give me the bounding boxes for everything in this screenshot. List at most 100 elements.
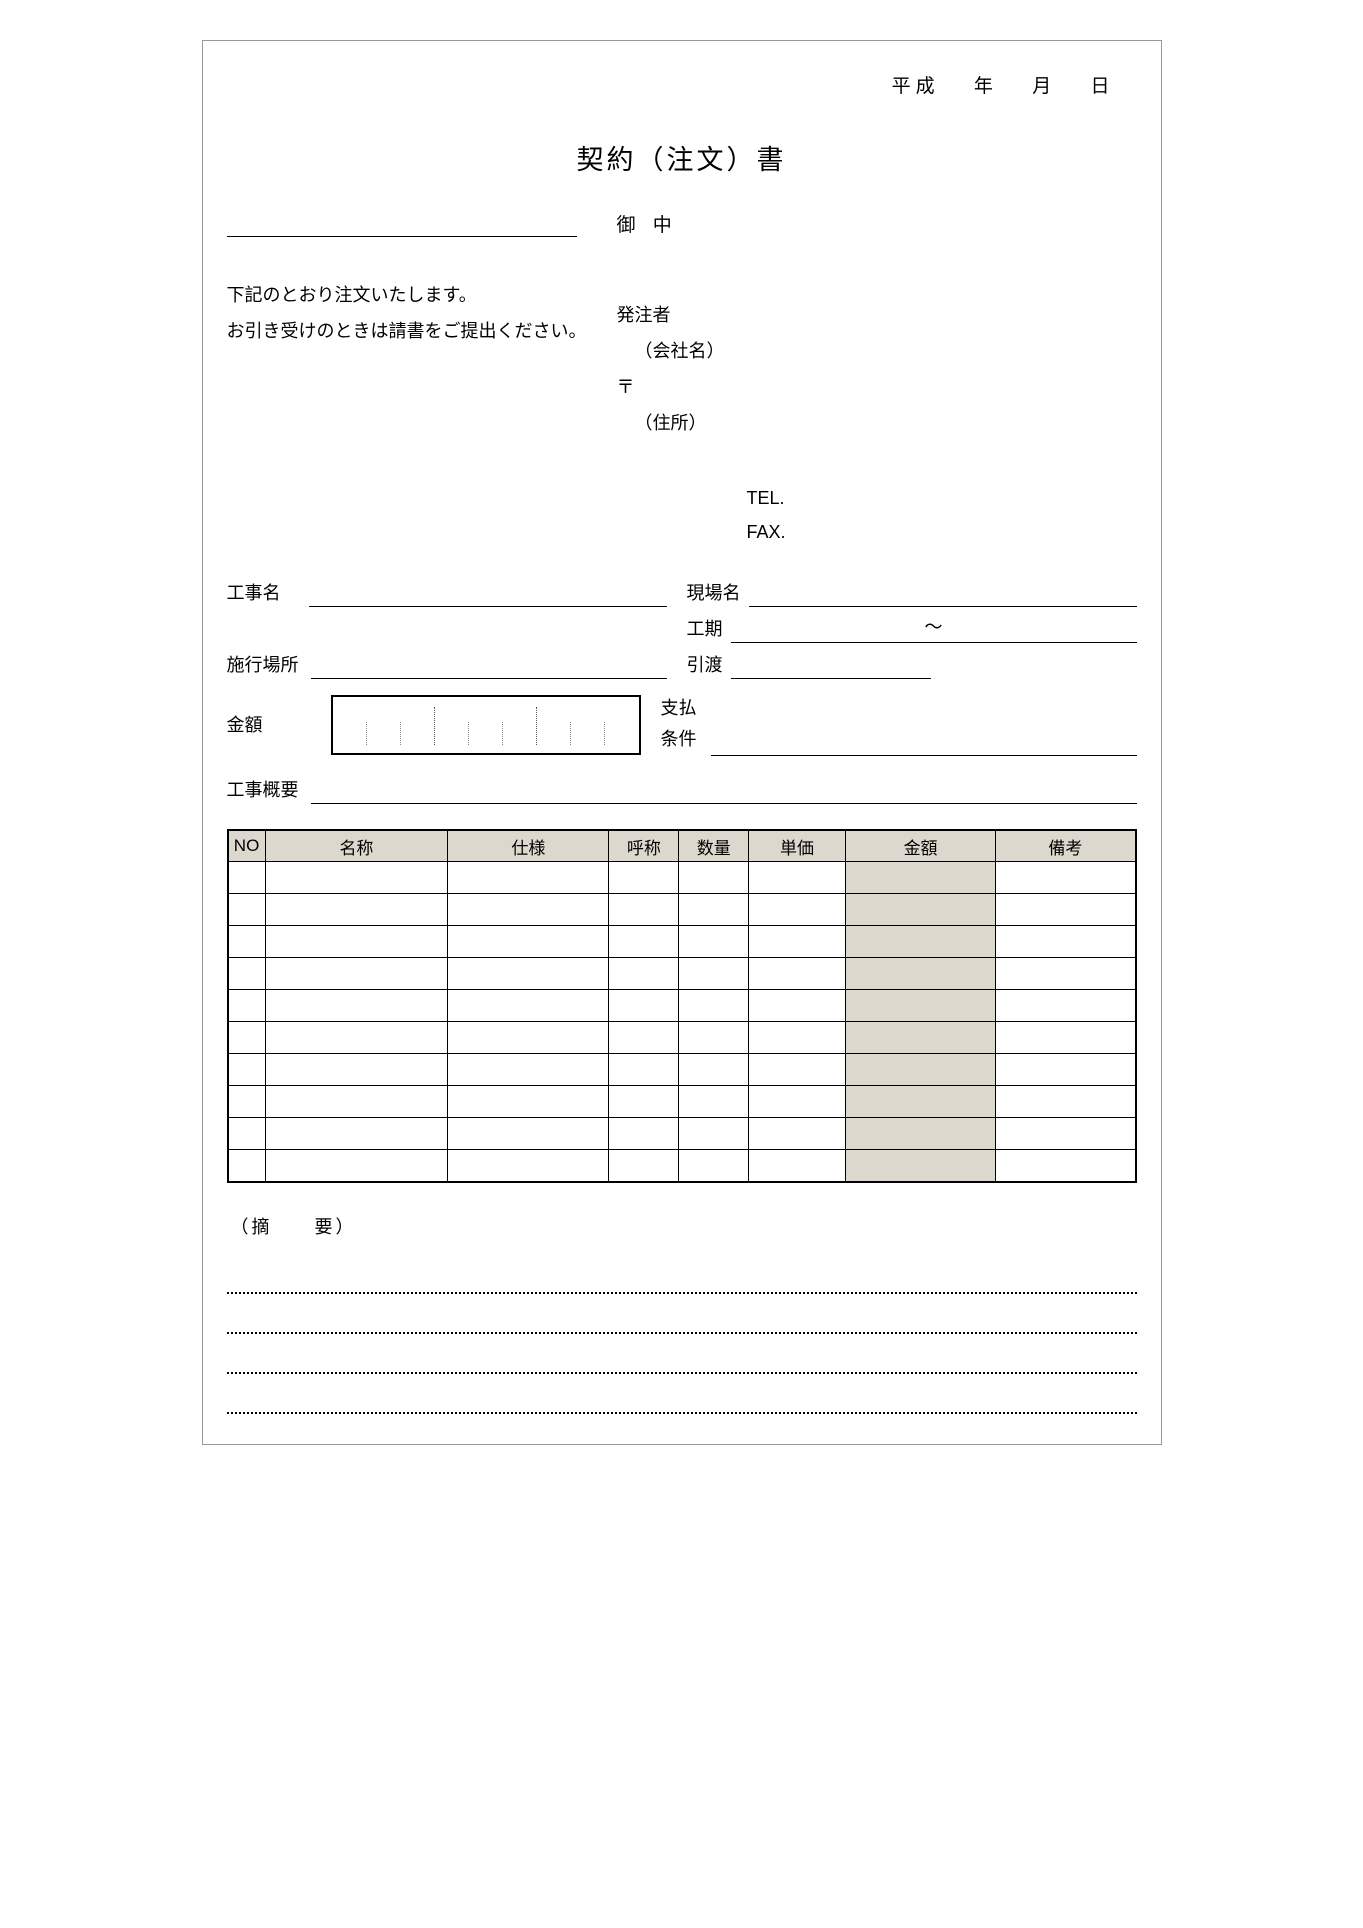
table-cell[interactable] <box>749 926 846 958</box>
company-label: （会社名） <box>617 333 1137 369</box>
table-cell[interactable] <box>228 926 266 958</box>
kouki-input[interactable]: ～ <box>731 615 1137 643</box>
table-cell[interactable] <box>679 990 749 1022</box>
table-cell[interactable] <box>679 1054 749 1086</box>
gaiyou-input[interactable] <box>311 776 1137 804</box>
table-cell[interactable] <box>448 1150 609 1182</box>
hikiwatashi-input[interactable] <box>731 651 931 679</box>
table-cell[interactable] <box>265 1086 448 1118</box>
table-cell[interactable] <box>996 1086 1136 1118</box>
table-cell[interactable] <box>679 862 749 894</box>
tel-label: TEL. <box>747 481 1137 515</box>
table-cell[interactable] <box>845 1022 995 1054</box>
table-row <box>228 1086 1136 1118</box>
table-cell[interactable] <box>609 926 679 958</box>
table-cell[interactable] <box>609 1150 679 1182</box>
kouji-input[interactable] <box>309 579 667 607</box>
fax-label: FAX. <box>747 515 1137 549</box>
table-cell[interactable] <box>448 894 609 926</box>
table-cell[interactable] <box>265 862 448 894</box>
th-qty: 数量 <box>679 830 749 862</box>
table-cell[interactable] <box>228 990 266 1022</box>
table-cell[interactable] <box>448 926 609 958</box>
table-cell[interactable] <box>996 1022 1136 1054</box>
table-cell[interactable] <box>265 926 448 958</box>
table-cell[interactable] <box>609 1086 679 1118</box>
table-cell[interactable] <box>228 958 266 990</box>
table-cell[interactable] <box>845 1150 995 1182</box>
notes-line[interactable] <box>227 1254 1137 1294</box>
table-cell[interactable] <box>228 1150 266 1182</box>
table-cell[interactable] <box>679 1150 749 1182</box>
genba-input[interactable] <box>749 579 1137 607</box>
table-cell[interactable] <box>265 990 448 1022</box>
table-cell[interactable] <box>265 894 448 926</box>
table-cell[interactable] <box>845 958 995 990</box>
table-cell[interactable] <box>265 1054 448 1086</box>
sekou-input[interactable] <box>311 651 667 679</box>
table-cell[interactable] <box>228 1022 266 1054</box>
table-cell[interactable] <box>845 1118 995 1150</box>
table-cell[interactable] <box>679 1118 749 1150</box>
table-cell[interactable] <box>845 1086 995 1118</box>
table-cell[interactable] <box>265 1118 448 1150</box>
table-cell[interactable] <box>845 894 995 926</box>
table-cell[interactable] <box>609 1022 679 1054</box>
table-cell[interactable] <box>749 1150 846 1182</box>
table-cell[interactable] <box>679 1086 749 1118</box>
notes-line[interactable] <box>227 1334 1137 1374</box>
table-cell[interactable] <box>448 1118 609 1150</box>
notes-line[interactable] <box>227 1374 1137 1414</box>
table-cell[interactable] <box>228 862 266 894</box>
table-cell[interactable] <box>609 862 679 894</box>
sekou-label: 施行場所 <box>227 651 307 679</box>
table-cell[interactable] <box>228 1118 266 1150</box>
table-cell[interactable] <box>749 1022 846 1054</box>
table-cell[interactable] <box>265 958 448 990</box>
table-cell[interactable] <box>228 1086 266 1118</box>
table-cell[interactable] <box>996 926 1136 958</box>
table-cell[interactable] <box>609 1118 679 1150</box>
table-cell[interactable] <box>448 862 609 894</box>
table-cell[interactable] <box>679 1022 749 1054</box>
table-cell[interactable] <box>845 862 995 894</box>
table-cell[interactable] <box>448 1054 609 1086</box>
table-cell[interactable] <box>448 1086 609 1118</box>
table-cell[interactable] <box>679 926 749 958</box>
table-cell[interactable] <box>609 1054 679 1086</box>
table-cell[interactable] <box>845 926 995 958</box>
table-cell[interactable] <box>996 990 1136 1022</box>
table-cell[interactable] <box>996 1150 1136 1182</box>
table-cell[interactable] <box>679 958 749 990</box>
table-cell[interactable] <box>996 1118 1136 1150</box>
table-cell[interactable] <box>448 990 609 1022</box>
table-cell[interactable] <box>749 862 846 894</box>
table-cell[interactable] <box>749 894 846 926</box>
notice-line-2: お引き受けのときは請書をご提出ください。 <box>227 313 597 349</box>
table-cell[interactable] <box>749 1118 846 1150</box>
table-cell[interactable] <box>996 894 1136 926</box>
table-cell[interactable] <box>679 894 749 926</box>
notes-line[interactable] <box>227 1294 1137 1334</box>
table-cell[interactable] <box>448 958 609 990</box>
table-cell[interactable] <box>228 1054 266 1086</box>
table-cell[interactable] <box>996 1054 1136 1086</box>
table-cell[interactable] <box>448 1022 609 1054</box>
table-cell[interactable] <box>609 990 679 1022</box>
table-cell[interactable] <box>265 1150 448 1182</box>
recipient-line[interactable] <box>227 207 577 237</box>
table-cell[interactable] <box>265 1022 448 1054</box>
table-cell[interactable] <box>228 894 266 926</box>
shiharai-jouken-input[interactable] <box>711 728 1137 756</box>
table-cell[interactable] <box>996 958 1136 990</box>
table-cell[interactable] <box>996 862 1136 894</box>
table-cell[interactable] <box>749 990 846 1022</box>
table-cell[interactable] <box>749 1054 846 1086</box>
table-cell[interactable] <box>609 958 679 990</box>
table-cell[interactable] <box>749 1086 846 1118</box>
amount-box[interactable] <box>331 695 641 755</box>
table-cell[interactable] <box>845 1054 995 1086</box>
table-cell[interactable] <box>749 958 846 990</box>
table-cell[interactable] <box>845 990 995 1022</box>
table-cell[interactable] <box>609 894 679 926</box>
